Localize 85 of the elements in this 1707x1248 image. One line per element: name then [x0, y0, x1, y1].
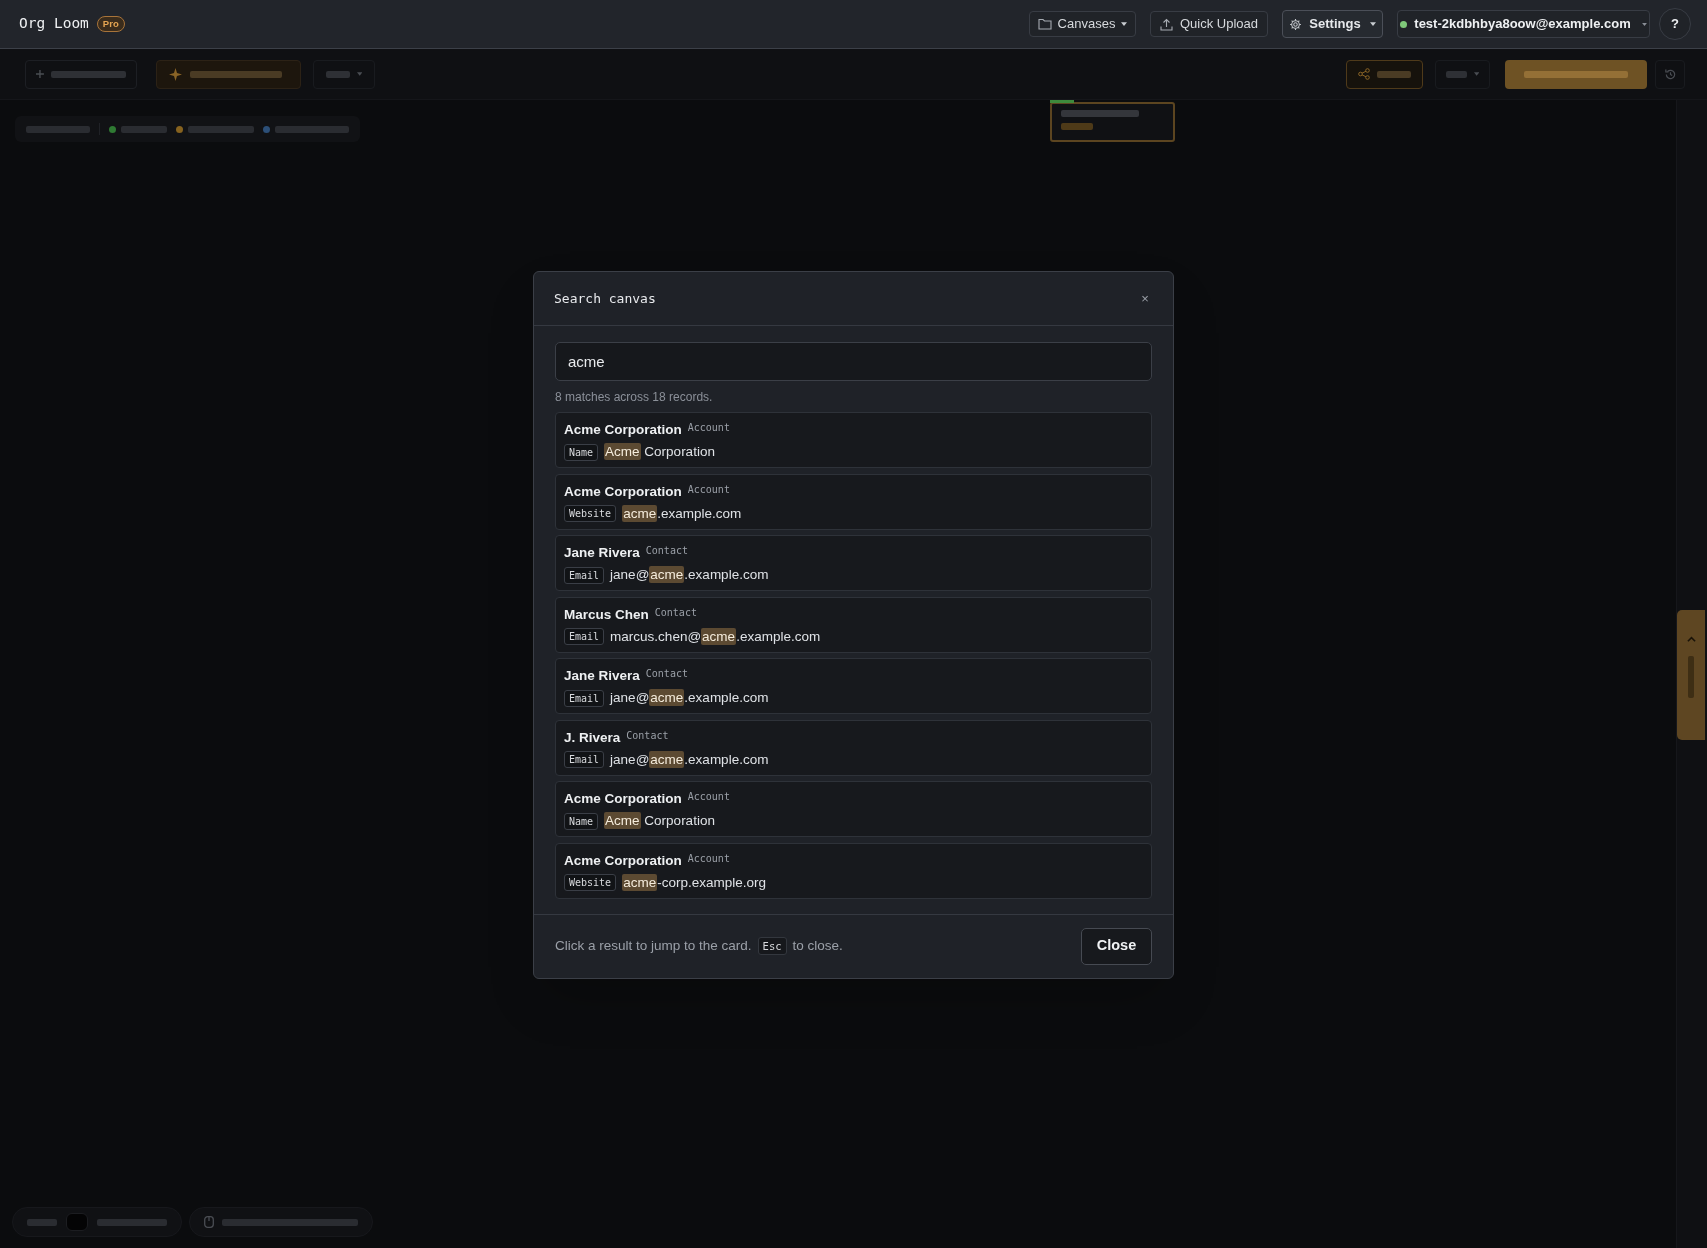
- upload-button[interactable]: [1505, 59, 1647, 89]
- field-value: acme-corp.example.org: [622, 873, 766, 892]
- search-field[interactable]: acme: [555, 342, 1152, 381]
- caret-icon: [1641, 22, 1647, 26]
- text-placeholder: [97, 1218, 167, 1226]
- field-label: Email: [564, 566, 605, 584]
- key-chip: [66, 1213, 88, 1231]
- field-value: jane@acme.example.com: [610, 689, 769, 707]
- field-label: Email: [564, 689, 605, 707]
- escape-key: Esc: [757, 937, 787, 955]
- text-placeholder: [188, 125, 254, 133]
- settings-menu[interactable]: Settings: [1282, 10, 1383, 38]
- plan-badge: Pro: [96, 16, 125, 32]
- field-label: Email: [564, 628, 605, 645]
- field-value: Acme Corporation: [604, 812, 715, 830]
- quick-upload-button[interactable]: Quick Upload: [1150, 11, 1268, 37]
- search-result[interactable]: J. Rivera Contact Email jane@acme.example.com: [555, 719, 1152, 776]
- field-value: jane@acme.example.com: [610, 566, 769, 584]
- search-result[interactable]: Jane Rivera Contact Email jane@acme.example.com: [555, 535, 1152, 591]
- mouse-icon: [204, 1216, 214, 1228]
- help-button[interactable]: ?: [1659, 8, 1691, 40]
- dialog-title: Search canvas: [554, 289, 656, 308]
- record-type: Contact: [654, 605, 697, 620]
- footer-hint: to close.: [792, 936, 843, 955]
- field-label: Name: [564, 443, 599, 461]
- record-type: Account: [687, 790, 730, 804]
- share-button[interactable]: [1346, 59, 1423, 89]
- result-title: Acme Corporation: [564, 482, 682, 501]
- match-summary: 8 matches across 18 records.: [555, 390, 714, 404]
- caret-icon: [1473, 72, 1479, 76]
- caret-icon: [356, 72, 362, 76]
- result-title: Acme Corporation: [564, 421, 682, 439]
- search-result[interactable]: Marcus Chen Contact Email marcus.chen@acme.example.com: [555, 596, 1152, 653]
- field-label: Website: [564, 874, 617, 891]
- close-button[interactable]: ×: [1137, 290, 1153, 307]
- result-title: Marcus Chen: [564, 605, 649, 624]
- generate-button[interactable]: [156, 59, 301, 89]
- search-result[interactable]: Acme Corporation Account Website acme-corp.example.org: [555, 842, 1152, 899]
- history-icon: [1663, 67, 1677, 81]
- share-icon: [1358, 68, 1370, 80]
- close-dialog-button[interactable]: Close: [1081, 927, 1152, 965]
- text-placeholder: [121, 125, 167, 133]
- footer-hint: Click a result to jump to the card.: [555, 936, 752, 955]
- search-result[interactable]: Jane Rivera Contact Email jane@acme.example.com: [555, 658, 1152, 714]
- field-value: Acme Corporation: [604, 443, 715, 461]
- caret-icon: [1121, 22, 1128, 26]
- sparkle-icon: [169, 67, 182, 81]
- search-result[interactable]: Acme Corporation Account Website acme.example.com: [555, 473, 1152, 530]
- record-type: Account: [687, 482, 730, 497]
- result-title: Acme Corporation: [564, 790, 682, 808]
- save-menu[interactable]: [1435, 59, 1490, 89]
- field-value: jane@acme.example.com: [610, 750, 769, 769]
- field-label: Name: [564, 812, 599, 830]
- chevron-icon: [1686, 636, 1696, 642]
- field-label: Email: [564, 751, 605, 768]
- record-card[interactable]: [1050, 102, 1175, 142]
- account-menu[interactable]: test-2kdbhbya8oow@example.com: [1397, 10, 1650, 38]
- field-value: acme.example.com: [622, 504, 742, 523]
- app-title: Org Loom: [19, 14, 89, 34]
- folder-icon: [1037, 18, 1052, 30]
- record-type: Contact: [645, 667, 688, 681]
- settings-icon: [1289, 17, 1303, 31]
- search-result[interactable]: Acme Corporation Account Name Acme Corporation: [555, 412, 1152, 468]
- plus-icon: [36, 70, 44, 78]
- import-button[interactable]: [25, 59, 137, 89]
- result-title: Jane Rivera: [564, 544, 640, 562]
- result-title: Jane Rivera: [564, 667, 640, 685]
- text-placeholder: [27, 1218, 57, 1226]
- search-result[interactable]: Acme Corporation Account Name Acme Corporation: [555, 781, 1152, 837]
- record-type: Contact: [645, 544, 688, 558]
- result-title: J. Rivera: [564, 728, 621, 747]
- side-panel-tab[interactable]: [1677, 610, 1705, 740]
- result-title: Acme Corporation: [564, 851, 682, 870]
- caret-icon: [1369, 22, 1376, 26]
- status-dot-icon: [1400, 20, 1408, 28]
- record-type: Account: [687, 421, 730, 435]
- canvases-menu[interactable]: Canvases: [1029, 11, 1136, 37]
- record-type: Contact: [626, 728, 669, 743]
- tools-menu[interactable]: [313, 59, 375, 89]
- upload-icon: [1159, 17, 1173, 31]
- field-value: marcus.chen@acme.example.com: [610, 627, 821, 646]
- history-button[interactable]: [1655, 59, 1685, 89]
- text-placeholder: [26, 125, 90, 133]
- field-label: Website: [564, 505, 617, 522]
- record-type: Account: [687, 851, 730, 866]
